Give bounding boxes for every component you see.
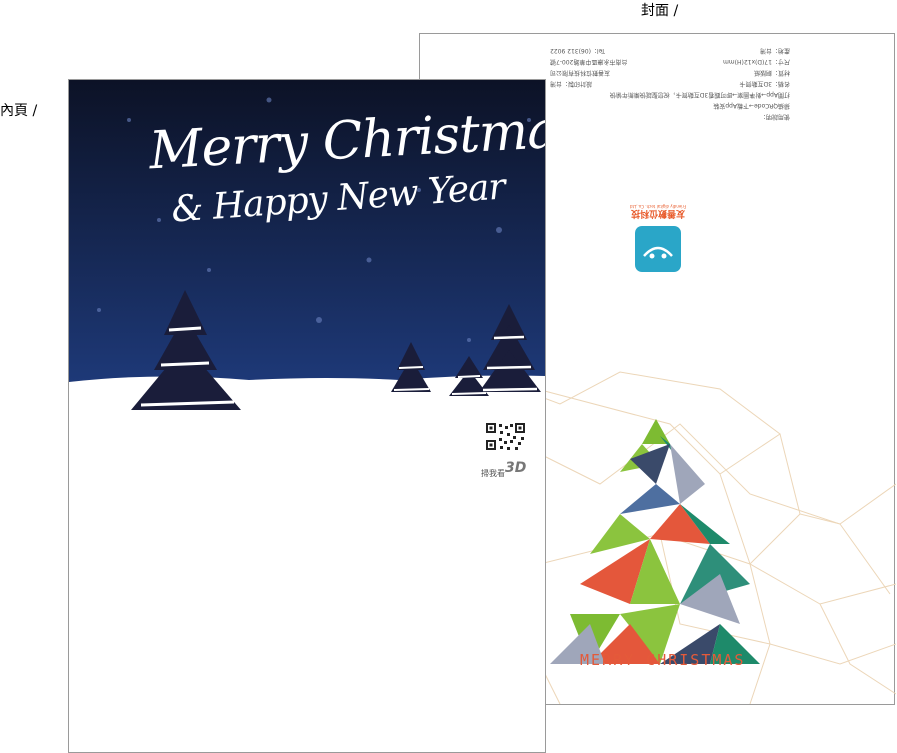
qr-code [485,422,527,452]
inner-label: 內頁 / [0,103,38,119]
cover-info-block: 使用說明： 掃描QRCode→下載App安裝 打開App→對準圖案→即可觀看3D… [550,47,790,122]
info-row: 產地：台灣 Tel：(06)312 9022 [550,47,790,54]
company-logo-icon [635,226,681,272]
info-row: 尺寸：17(D)x12(H)mm 台南市永康區中華路200-7號 [550,58,790,65]
info-row: 材質：銅版紙 友善數位科技有限公司 [550,69,790,76]
inner-card: Merry Christmas & Happy New Year 掃我看 3D [68,79,546,753]
info-row: 名稱：3D互動賀卡 設計印製：台灣 [550,80,790,87]
company-logo-subtext: Friendly digital tech. Co.,Ltd [629,204,687,209]
merry-christmas-text: MERRY CHRISTMAS [580,651,746,669]
qr-3d-label: 3D [505,460,527,476]
info-row: 使用說明： [759,113,790,120]
company-logo-text: 友善數位科技 [631,208,686,218]
info-row: 打開App→對準圖案→即可觀看3D互動賀卡，祝您聖誕快樂新年愉快 [609,91,790,98]
cover-label: 封面 / [641,3,679,19]
qr-caption: 掃我看 [481,469,505,478]
info-row: 掃描QRCode→下載App安裝 [713,102,790,109]
